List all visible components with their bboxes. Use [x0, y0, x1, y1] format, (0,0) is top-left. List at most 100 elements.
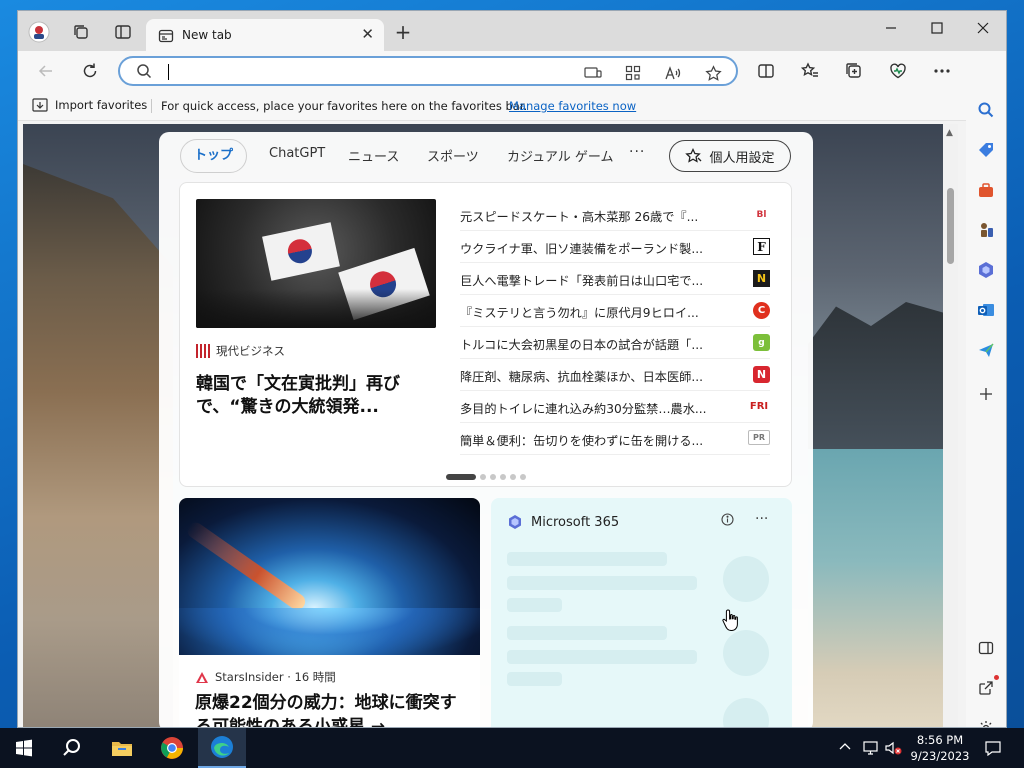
favorites-hint-text: For quick access, place your favorites h… [161, 99, 528, 113]
chrome-icon[interactable] [148, 728, 196, 768]
tab-top[interactable]: トップ [180, 139, 247, 173]
qr-code-icon[interactable] [622, 62, 644, 84]
tab-chatgpt[interactable]: ChatGPT [269, 146, 325, 161]
carousel-dot[interactable] [490, 474, 496, 480]
personalize-icon [685, 148, 702, 163]
loading-placeholder [507, 576, 697, 590]
headline-item[interactable]: 元スピードスケート・高木菜那 26歳で『... Bl [460, 199, 770, 231]
scrollbar-thumb[interactable] [947, 188, 954, 264]
headline-item[interactable]: 降圧剤、糖尿病、抗血栓薬ほか、日本医師... N [460, 359, 770, 391]
article-card[interactable]: StarsInsider · 16 時間 原爆22個分の威力：地球に衝突する可能… [179, 498, 480, 727]
app-available-icon[interactable] [582, 62, 604, 84]
system-clock[interactable]: 8:56 PM 9/23/2023 [906, 732, 974, 764]
tab-casual-games[interactable]: カジュアル ゲーム [507, 146, 613, 165]
notification-dot [994, 675, 999, 680]
microsoft-365-card[interactable]: Microsoft 365 ··· [491, 498, 792, 727]
personalize-button[interactable]: 個人用設定 [669, 140, 791, 172]
flag-image [262, 222, 340, 281]
hide-sidebar-icon[interactable] [975, 637, 997, 659]
background-mountain [808, 302, 948, 449]
profile-avatar[interactable] [26, 19, 52, 45]
hero-headline[interactable]: 韓国で「文在寅批判」再びで、“驚きの大統領発... [196, 373, 440, 419]
tools-briefcase-icon[interactable] [975, 179, 997, 201]
tab-news[interactable]: ニュース [348, 146, 399, 165]
m365-more-button[interactable]: ··· [755, 511, 768, 527]
edge-sidebar [966, 51, 1006, 727]
carousel-dot-active[interactable] [446, 474, 476, 480]
headline-item[interactable]: ウクライナ軍、旧ソ連装備をポーランド製... F [460, 231, 770, 263]
add-sidebar-app-icon[interactable] [975, 383, 997, 405]
clock-time: 8:56 PM [916, 733, 964, 747]
collections-icon[interactable] [840, 57, 868, 85]
back-arrow-icon[interactable] [32, 57, 60, 85]
show-hidden-icons-chevron-icon[interactable] [838, 740, 852, 757]
minimize-button[interactable] [876, 17, 906, 39]
favorites-icon[interactable] [796, 57, 824, 85]
workspaces-icon[interactable] [68, 19, 94, 45]
games-chess-icon[interactable] [975, 219, 997, 241]
tab-close-icon[interactable]: ✕ [361, 25, 374, 43]
background-rocks [23, 164, 173, 727]
drop-send-icon[interactable] [975, 339, 997, 361]
sidebar-settings-gear-icon[interactable] [975, 717, 997, 727]
tab-actions-icon[interactable] [110, 19, 136, 45]
network-icon[interactable] [862, 740, 880, 759]
read-aloud-icon[interactable] [662, 62, 684, 84]
headline-item[interactable]: 簡単＆便利：缶切りを使わずに缶を開ける... PR [460, 423, 770, 455]
loading-placeholder [507, 598, 562, 612]
carousel-dot[interactable] [500, 474, 506, 480]
action-center-icon[interactable] [984, 740, 1002, 759]
search-sidebar-icon[interactable] [975, 99, 997, 121]
info-icon[interactable] [721, 513, 734, 529]
refresh-icon[interactable] [76, 57, 104, 85]
hero-image[interactable] [196, 199, 436, 328]
new-tab-button[interactable]: + [392, 22, 414, 44]
settings-more-icon[interactable] [928, 57, 956, 85]
manage-favorites-link[interactable]: Manage favorites now [509, 99, 636, 113]
headline-item[interactable]: 巨人へ電撃トレード「発表前日は山口宅で... N [460, 263, 770, 295]
carousel-dot[interactable] [480, 474, 486, 480]
address-bar[interactable] [118, 56, 738, 86]
outlook-icon[interactable] [975, 299, 997, 321]
publisher-logo-icon: N [753, 270, 770, 287]
nav-more-button[interactable]: ··· [629, 144, 645, 160]
browser-essentials-icon[interactable] [884, 57, 912, 85]
carousel-dot[interactable] [520, 474, 526, 480]
article-source: StarsInsider · 16 時間 [195, 669, 336, 685]
publisher-logo-icon: N [753, 366, 770, 383]
tab-sports[interactable]: スポーツ [427, 146, 479, 165]
open-in-new-icon[interactable] [975, 675, 999, 699]
headline-text: トルコに大会初黒星の日本の試合が話題「... [460, 338, 703, 352]
split-screen-icon[interactable] [752, 57, 780, 85]
headline-text: 元スピードスケート・高木菜那 26歳で『... [460, 210, 699, 224]
volume-muted-icon[interactable] [884, 740, 902, 759]
microsoft-365-sidebar-icon[interactable] [975, 259, 997, 281]
search-taskbar-icon[interactable] [48, 728, 96, 768]
import-favorites-button[interactable]: Import favorites [32, 98, 147, 112]
headline-text: ウクライナ軍、旧ソ連装備をポーランド製... [460, 242, 703, 256]
carousel-pagination[interactable] [446, 474, 526, 480]
favorites-divider [151, 99, 152, 113]
start-windows-icon[interactable] [0, 728, 48, 768]
maximize-button[interactable] [922, 17, 952, 39]
file-explorer-icon[interactable] [98, 728, 146, 768]
headline-item[interactable]: 多目的トイレに連れ込み約30分監禁…農水... FRI [460, 391, 770, 423]
new-tab-page: トップ ChatGPT ニュース スポーツ カジュアル ゲーム ··· 個人用設… [23, 124, 948, 727]
loading-placeholder [507, 626, 667, 640]
scroll-up-arrow-icon[interactable]: ▲ [946, 128, 953, 138]
close-window-button[interactable] [968, 17, 998, 39]
tab-new-tab[interactable]: New tab ✕ [146, 19, 384, 52]
browser-window: New tab ✕ + Import favorites For quick a… [17, 10, 1007, 728]
page-scrollbar[interactable]: ▲ [943, 124, 958, 727]
favorite-star-icon[interactable] [702, 62, 724, 84]
carousel-dot[interactable] [510, 474, 516, 480]
import-favorites-label: Import favorites [55, 98, 148, 112]
publisher-logo-icon: FRI [749, 401, 769, 412]
shopping-tag-icon[interactable] [975, 139, 997, 161]
headline-item[interactable]: 『ミステリと言う勿れ』に原代月9ヒロイ... C [460, 295, 770, 327]
headline-item[interactable]: トルコに大会初黒星の日本の試合が話題「... g [460, 327, 770, 359]
edge-taskbar-icon[interactable] [198, 728, 246, 768]
loading-placeholder-avatar [723, 698, 769, 727]
article-headline[interactable]: 原爆22個分の威力：地球に衝突する可能性のある小惑星 → [195, 691, 470, 727]
favorites-bar: Import favorites For quick access, place… [18, 91, 1006, 121]
